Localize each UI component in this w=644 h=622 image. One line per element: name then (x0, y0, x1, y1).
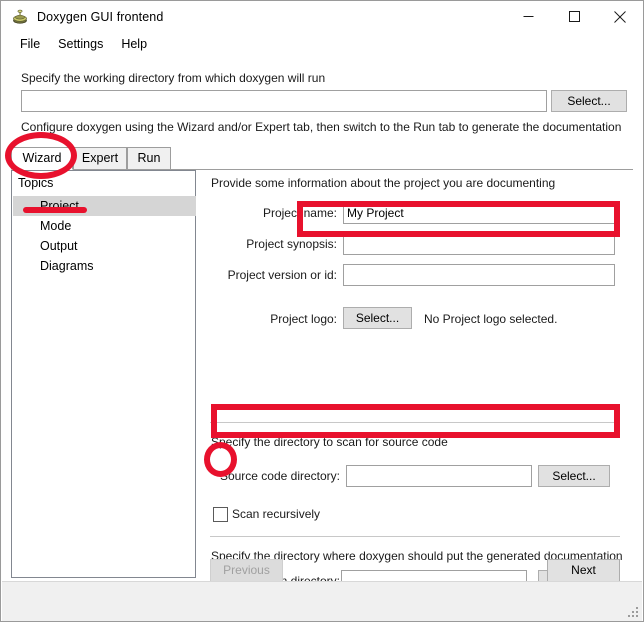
working-directory-hint: Specify the working directory from which… (21, 71, 325, 85)
topic-item-mode[interactable]: Mode (13, 216, 196, 236)
project-logo-status: No Project logo selected. (424, 312, 557, 326)
previous-button[interactable]: Previous (210, 559, 283, 582)
close-button[interactable] (597, 1, 643, 32)
scan-recursively-label: Scan recursively (232, 507, 320, 522)
topic-item-project[interactable]: Project (13, 196, 196, 216)
project-synopsis-label: Project synopsis: (212, 237, 337, 251)
doxygen-main-window: Doxygen GUI frontend File Setti (0, 0, 644, 622)
window-title: Doxygen GUI frontend (37, 10, 163, 24)
project-name-input[interactable] (343, 202, 615, 224)
source-code-directory-select-button[interactable]: Select... (538, 465, 610, 487)
configure-hint: Configure doxygen using the Wizard and/o… (21, 120, 621, 134)
statusbar (2, 581, 642, 621)
menu-item-file[interactable]: File (11, 35, 49, 54)
topic-item-output[interactable]: Output (13, 236, 196, 256)
project-version-input[interactable] (343, 264, 615, 286)
tabstrip: Wizard Expert Run (11, 147, 633, 170)
working-directory-input[interactable] (21, 90, 547, 112)
project-version-label: Project version or id: (212, 268, 337, 282)
topic-item-diagrams[interactable]: Diagrams (13, 256, 196, 276)
menu-item-settings[interactable]: Settings (49, 35, 112, 54)
source-code-directory-input[interactable] (346, 465, 532, 487)
tab-expert[interactable]: Expert (73, 147, 127, 170)
topics-panel: Topics Project Mode Output Diagrams (11, 170, 196, 578)
project-logo-label: Project logo: (212, 312, 337, 326)
separator-destination (210, 536, 620, 537)
tab-run[interactable]: Run (127, 147, 171, 170)
minimize-button[interactable] (505, 1, 551, 32)
source-section-hint: Specify the directory to scan for source… (211, 435, 448, 449)
project-logo-select-button[interactable]: Select... (343, 307, 412, 329)
next-button[interactable]: Next (547, 559, 620, 582)
working-directory-select-button[interactable]: Select... (551, 90, 627, 112)
resize-grip[interactable] (627, 607, 639, 619)
window-controls (505, 1, 643, 32)
source-code-directory-label: Source code directory: (212, 469, 340, 483)
menubar: File Settings Help (1, 32, 643, 56)
menu-item-help[interactable]: Help (112, 35, 156, 54)
maximize-button[interactable] (551, 1, 597, 32)
topics-header: Topics (18, 176, 53, 190)
doxygen-app-icon (12, 9, 28, 25)
tab-wizard[interactable]: Wizard (11, 147, 73, 170)
project-synopsis-input[interactable] (343, 233, 615, 255)
scan-recursively-checkbox[interactable] (213, 507, 228, 522)
client-area: Specify the working directory from which… (2, 57, 642, 581)
separator-source (210, 422, 620, 423)
project-name-label: Project name: (212, 206, 337, 220)
window-titlebar: Doxygen GUI frontend (1, 1, 643, 32)
project-section-hint: Provide some information about the proje… (211, 176, 555, 190)
